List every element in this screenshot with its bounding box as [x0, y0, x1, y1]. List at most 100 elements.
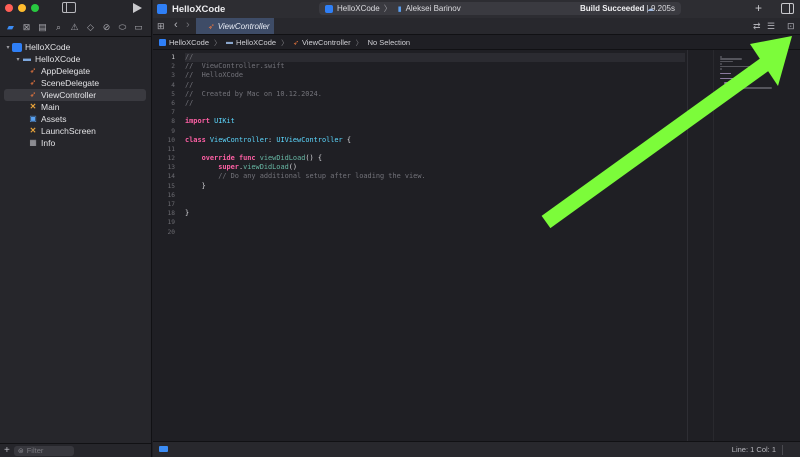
- line-number[interactable]: 19: [153, 218, 175, 227]
- issue-navigator-icon[interactable]: ⚠: [68, 21, 81, 34]
- code-line[interactable]: }: [185, 209, 685, 218]
- line-number[interactable]: 1: [153, 53, 175, 62]
- line-number[interactable]: 12: [153, 154, 175, 163]
- code-line[interactable]: class ViewController: UIViewController {: [185, 136, 685, 145]
- report-navigator-icon[interactable]: ▭: [132, 21, 145, 34]
- find-navigator-icon[interactable]: ⌕: [52, 21, 65, 34]
- library-plus-icon[interactable]: +: [755, 1, 762, 15]
- chevron-right-icon: 〉: [214, 39, 222, 47]
- editor-options-icon[interactable]: ☰: [767, 21, 775, 32]
- related-items-grid-icon[interactable]: ⊞: [157, 21, 165, 32]
- debug-area-toggle-icon[interactable]: [159, 446, 168, 452]
- tab-viewcontroller[interactable]: ➶ ViewController: [196, 18, 274, 34]
- tree-item-viewcontroller[interactable]: ➶ ViewController: [4, 89, 146, 101]
- inspector-toggle-icon[interactable]: [781, 3, 794, 14]
- code-line[interactable]: [185, 127, 685, 136]
- chevron-right-icon: 〉: [281, 39, 289, 47]
- breadcrumb-symbol[interactable]: No Selection: [368, 38, 411, 47]
- code-line[interactable]: [185, 228, 685, 237]
- refresh-canvas-icon[interactable]: ⇄: [753, 21, 761, 32]
- line-number[interactable]: 3: [153, 71, 175, 80]
- line-number[interactable]: 16: [153, 191, 175, 200]
- minimize-window-button[interactable]: [18, 4, 26, 12]
- code-line[interactable]: [185, 145, 685, 154]
- add-editor-split-icon[interactable]: ⊡: [787, 21, 795, 32]
- navigate-forward-icon[interactable]: ›: [186, 19, 190, 31]
- cursor-position: Line: 1 Col: 1: [731, 445, 776, 454]
- jump-bar: HelloXCode 〉 ▬ HelloXCode 〉 ➶ ViewContro…: [153, 36, 800, 50]
- run-play-icon[interactable]: [133, 3, 142, 13]
- code-line[interactable]: super.viewDidLoad(): [185, 163, 685, 172]
- add-file-plus-icon[interactable]: +: [4, 445, 10, 456]
- code-line[interactable]: [185, 218, 685, 227]
- source-control-navigator-icon[interactable]: ⊠: [20, 21, 33, 34]
- sidebar-toggle-icon[interactable]: [62, 2, 76, 13]
- minimap-line: [723, 89, 725, 92]
- project-navigator-icon[interactable]: ▰: [4, 21, 17, 34]
- line-number[interactable]: 6: [153, 99, 175, 108]
- code-line[interactable]: // HelloXCode: [185, 71, 685, 80]
- tree-item-group[interactable]: ▾ ▬ HelloXCode: [0, 53, 152, 65]
- code-line[interactable]: // Created by Mac on 10.12.2024.: [185, 90, 685, 99]
- scheme-name[interactable]: HelloXCode: [337, 4, 380, 13]
- line-number[interactable]: 9: [153, 127, 175, 136]
- line-number[interactable]: 4: [153, 81, 175, 90]
- tree-item-main[interactable]: ✕ Main: [0, 101, 152, 113]
- line-number[interactable]: 14: [153, 172, 175, 181]
- line-number[interactable]: 5: [153, 90, 175, 99]
- activity-view[interactable]: HelloXCode 〉 ▮ Aleksei Barinov Build Suc…: [319, 2, 681, 15]
- close-window-button[interactable]: [5, 4, 13, 12]
- code-line[interactable]: // Do any additional setup after loading…: [185, 172, 685, 181]
- minimap-line: [720, 65, 750, 68]
- disclosure-triangle-icon[interactable]: ▾: [4, 44, 12, 51]
- source-editor[interactable]: 1 2 3 4 5 6 7 8 9 10 11 12 13 14 15 16 17 18 19 20 // // Vi…: [153, 50, 800, 441]
- code-line[interactable]: //: [185, 99, 685, 108]
- tree-item-appdelegate[interactable]: ➶ AppDelegate: [0, 65, 152, 77]
- tree-item-assets[interactable]: ▣ Assets: [0, 113, 152, 125]
- tree-item-project[interactable]: ▾ HelloXCode: [0, 41, 152, 53]
- filter-input[interactable]: [26, 446, 67, 455]
- minimap[interactable]: [713, 50, 800, 441]
- comment: //: [185, 98, 194, 107]
- tree-item-launchscreen[interactable]: ✕ LaunchScreen: [0, 125, 152, 137]
- code-line[interactable]: }: [185, 182, 685, 191]
- run-destination[interactable]: Aleksei Barinov: [406, 4, 461, 13]
- code-line[interactable]: [185, 108, 685, 117]
- comment: //: [185, 80, 194, 89]
- code-line[interactable]: [185, 200, 685, 209]
- line-number[interactable]: 7: [153, 108, 175, 117]
- line-number[interactable]: 11: [153, 145, 175, 154]
- line-number[interactable]: 10: [153, 136, 175, 145]
- code-line[interactable]: import UIKit: [185, 117, 685, 126]
- line-number[interactable]: 17: [153, 200, 175, 209]
- code-line[interactable]: override func viewDidLoad() {: [185, 154, 685, 163]
- navigate-back-icon[interactable]: ‹: [174, 19, 178, 31]
- code-line[interactable]: [185, 191, 685, 200]
- breakpoint-navigator-icon[interactable]: ⬭: [116, 21, 129, 34]
- code-line[interactable]: // ViewController.swift: [185, 62, 685, 71]
- swift-file-icon: ➶: [29, 90, 37, 99]
- test-navigator-icon[interactable]: ◇: [84, 21, 97, 34]
- breadcrumb-group[interactable]: HelloXCode: [236, 38, 276, 47]
- code-area[interactable]: // // ViewController.swift // HelloXCode…: [185, 53, 685, 237]
- disclosure-triangle-icon[interactable]: ▾: [14, 56, 22, 63]
- tree-item-info[interactable]: ▦ Info: [0, 137, 152, 149]
- tree-item-label: AppDelegate: [41, 66, 91, 76]
- breadcrumb-file[interactable]: ViewController: [302, 38, 351, 47]
- filter-field[interactable]: ⊜: [13, 445, 74, 456]
- tree-item-scenedelegate[interactable]: ➶ SceneDelegate: [0, 77, 152, 89]
- line-number[interactable]: 15: [153, 182, 175, 191]
- line-number[interactable]: 20: [153, 228, 175, 237]
- filter-options-icon[interactable]: ⊜: [18, 447, 24, 455]
- breadcrumb-project[interactable]: HelloXCode: [169, 38, 209, 47]
- code-line[interactable]: //: [185, 53, 685, 63]
- chevron-right-icon: 〉: [355, 39, 363, 47]
- code-line[interactable]: //: [185, 81, 685, 90]
- line-number[interactable]: 8: [153, 117, 175, 126]
- line-number[interactable]: 2: [153, 62, 175, 71]
- line-number[interactable]: 13: [153, 163, 175, 172]
- line-number[interactable]: 18: [153, 209, 175, 218]
- debug-navigator-icon[interactable]: ⊘: [100, 21, 113, 34]
- symbol-navigator-icon[interactable]: ▤: [36, 21, 49, 34]
- zoom-window-button[interactable]: [31, 4, 39, 12]
